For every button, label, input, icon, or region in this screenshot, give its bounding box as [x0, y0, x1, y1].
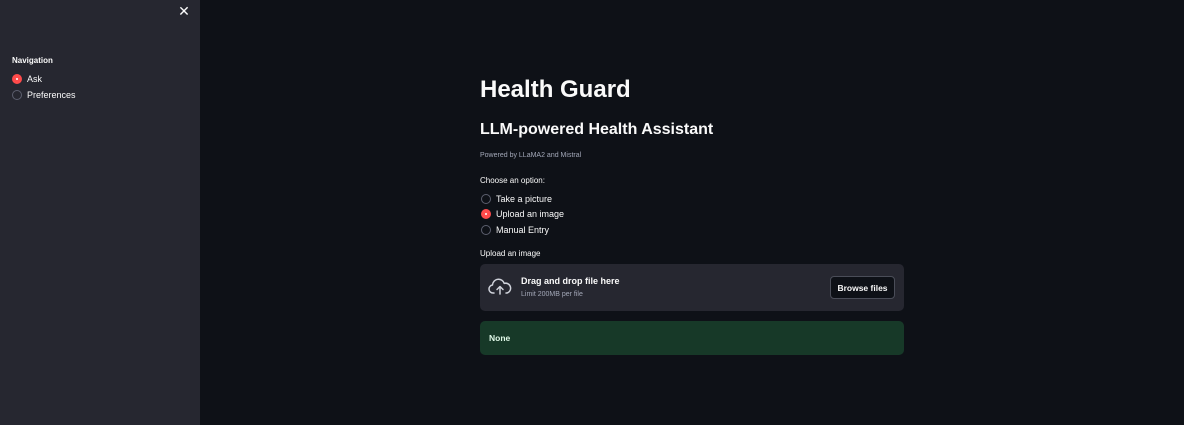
nav-option-label: Ask — [27, 74, 43, 84]
option-label: Take a picture — [496, 194, 553, 204]
file-size-limit: Limit 200MB per file — [521, 291, 583, 298]
radio-selected-icon[interactable] — [481, 209, 491, 219]
sidebar: ✕ Navigation Ask Preferences — [0, 0, 200, 425]
nav-option-preferences[interactable]: Preferences — [12, 90, 76, 100]
close-icon: ✕ — [178, 3, 190, 19]
nav-option-ask[interactable]: Ask — [12, 74, 42, 84]
radio-selected-icon[interactable] — [12, 74, 22, 84]
result-text: None — [489, 333, 511, 343]
browse-files-button[interactable]: Browse files — [830, 276, 895, 299]
radio-unselected-icon[interactable] — [481, 194, 491, 204]
page-title: Health Guard — [480, 76, 631, 103]
powered-by-caption: Powered by LLaMA2 and Mistral — [480, 152, 582, 159]
navigation-title: Navigation — [12, 56, 53, 65]
radio-unselected-icon[interactable] — [12, 90, 22, 100]
result-message-box: None — [480, 321, 904, 355]
dropzone-instructions: Drag and drop file here — [521, 276, 620, 286]
file-dropzone[interactable]: Drag and drop file here Limit 200MB per … — [480, 264, 904, 311]
upload-image-label: Upload an image — [480, 249, 541, 258]
option-label: Upload an image — [496, 209, 565, 219]
option-take-picture[interactable]: Take a picture — [481, 194, 552, 204]
option-upload-image[interactable]: Upload an image — [481, 209, 564, 219]
page-subtitle: LLM-powered Health Assistant — [480, 121, 714, 138]
option-manual-entry[interactable]: Manual Entry — [481, 225, 549, 235]
radio-unselected-icon[interactable] — [481, 225, 491, 235]
close-sidebar-button[interactable]: ✕ — [176, 3, 192, 19]
cloud-upload-icon — [488, 278, 512, 295]
choose-option-label: Choose an option: — [480, 176, 545, 185]
nav-option-label: Preferences — [27, 90, 76, 100]
option-label: Manual Entry — [496, 225, 550, 235]
